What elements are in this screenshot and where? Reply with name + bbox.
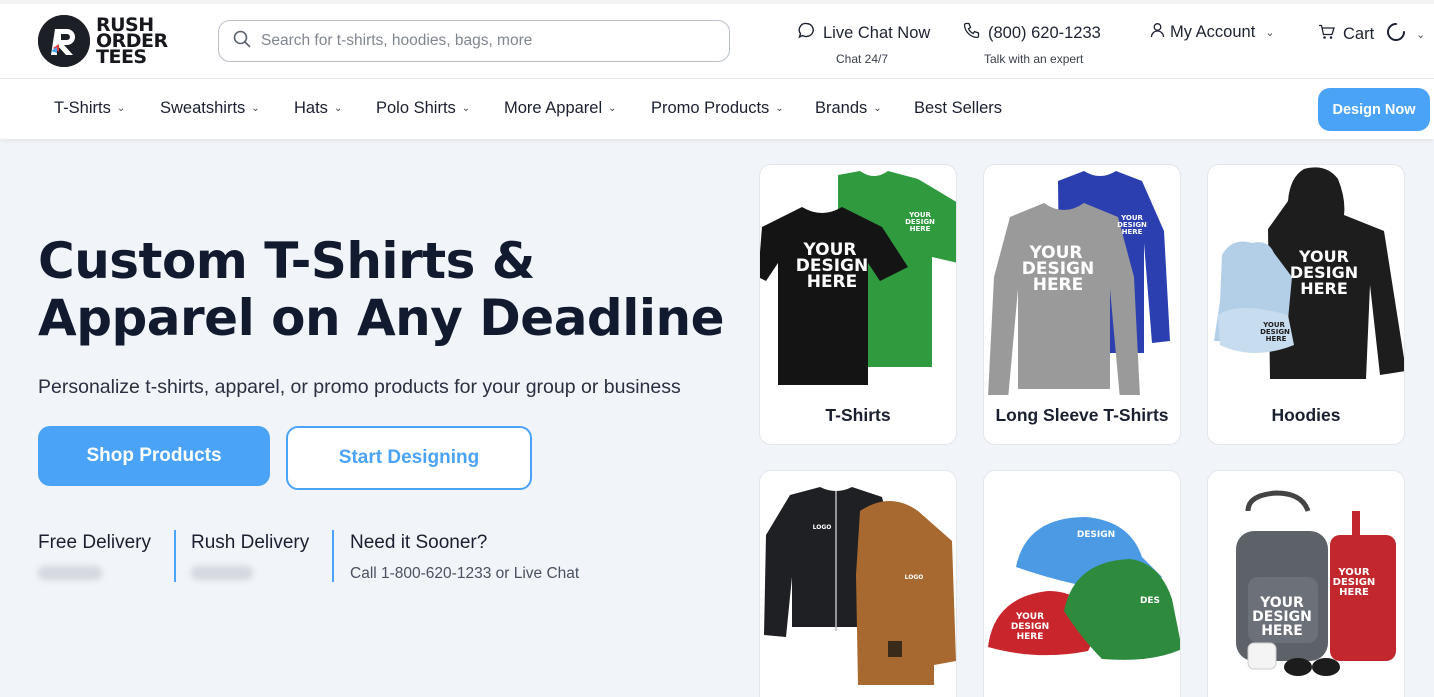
svg-text:DES: DES <box>1140 596 1160 606</box>
t-shirt-image: YOUR DESIGN HERE YOUR DESIGN HERE <box>760 171 956 385</box>
nav-item-sweatshirts[interactable]: Sweatshirts ⌄ <box>160 99 260 118</box>
chevron-down-icon: ⌄ <box>775 103 784 114</box>
shop-products-button[interactable]: Shop Products <box>38 426 270 486</box>
svg-text:DESIGN: DESIGN <box>1077 530 1115 540</box>
product-card-t-shirts[interactable]: YOUR DESIGN HERE YOUR DESIGN HERE T-Shir… <box>759 164 957 445</box>
cart-icon <box>1318 24 1336 45</box>
chevron-down-icon: ⌄ <box>1416 29 1426 41</box>
live-chat-sub: Chat 24/7 <box>836 52 889 66</box>
cart-label: Cart <box>1343 25 1375 43</box>
svg-text:YOUR: YOUR <box>1015 612 1044 622</box>
product-card-label: T-Shirts <box>825 405 891 425</box>
chat-bubble-icon <box>798 22 815 44</box>
nav-item-label: Hats <box>294 99 328 117</box>
product-card-hats[interactable]: YOUR DESIGN HERE DESIGN DES <box>983 470 1181 697</box>
product-card-hoodies[interactable]: YOUR DESIGN HERE YOUR DESIGN HERE Hoodie… <box>1207 164 1405 445</box>
hero-subtitle: Personalize t-shirts, apparel, or promo … <box>38 376 681 398</box>
hero-title: Custom T-Shirts & Apparel on Any Deadlin… <box>38 233 738 347</box>
chevron-down-icon: ⌄ <box>873 103 882 114</box>
svg-text:HERE: HERE <box>1300 279 1348 298</box>
need-it-sooner-text: Call 1-800-620-1233 or Live Chat <box>350 565 580 582</box>
divider <box>174 530 176 582</box>
nav-item-brands[interactable]: Brands ⌄ <box>815 99 882 118</box>
product-card-label: Long Sleeve T-Shirts <box>995 405 1169 425</box>
long-sleeve-shirt-image: YOUR DESIGN HERE YOUR DESIGN HERE <box>988 171 1170 395</box>
logo[interactable]: RUSH ORDER TEES <box>38 15 168 67</box>
user-icon <box>1150 22 1165 43</box>
promo-products-image: YOUR DESIGN HERE YOUR DESIGN HERE <box>1236 490 1396 676</box>
svg-text:HERE: HERE <box>1339 587 1369 598</box>
nav-item-label: Polo Shirts <box>376 99 456 117</box>
phone-link[interactable]: (800) 620-1233 <box>963 22 1101 44</box>
chevron-down-icon: ⌄ <box>333 103 343 114</box>
hero-title-line: Custom T-Shirts & <box>38 232 535 290</box>
divider <box>332 530 334 582</box>
svg-text:HERE: HERE <box>1122 228 1143 236</box>
nav-item-label: Brands <box>815 99 868 117</box>
chevron-down-icon: ⌄ <box>116 103 126 114</box>
product-card-jackets[interactable]: LOGO LOGO <box>759 470 957 697</box>
my-account-label: My Account <box>1170 23 1256 41</box>
search-bar[interactable] <box>218 20 730 62</box>
site-header: RUSH ORDER TEES Live Chat Now Chat 24/7 … <box>0 0 1434 79</box>
design-now-button[interactable]: Design Now <box>1318 88 1430 131</box>
nav-item-hats[interactable]: Hats ⌄ <box>294 99 342 118</box>
nav-item-best-sellers[interactable]: Best Sellers <box>914 99 1002 118</box>
hero-title-line: Apparel on Any Deadline <box>38 289 725 347</box>
nav-item-label: More Apparel <box>504 99 603 117</box>
product-card-promo-products[interactable]: YOUR DESIGN HERE YOUR DESIGN HERE <box>1207 470 1405 697</box>
cart-button[interactable]: Cart ⌄ <box>1318 22 1425 47</box>
start-designing-button[interactable]: Start Designing <box>286 426 532 490</box>
svg-text:LOGO: LOGO <box>813 524 832 531</box>
need-it-sooner-title: Need it Sooner? <box>350 532 488 553</box>
svg-text:HERE: HERE <box>910 225 931 233</box>
phone-icon <box>963 22 980 44</box>
hoodie-image: YOUR DESIGN HERE YOUR DESIGN HERE <box>1214 167 1404 379</box>
free-delivery-label: Free Delivery <box>38 532 151 553</box>
hats-image: YOUR DESIGN HERE DESIGN DES <box>988 517 1180 660</box>
svg-text:HERE: HERE <box>1033 275 1084 295</box>
live-chat-label: Live Chat Now <box>823 23 931 42</box>
my-account-menu[interactable]: My Account ⌄ <box>1150 22 1275 43</box>
nav-item-label: T-Shirts <box>54 99 111 117</box>
main-nav: T-Shirts ⌄ Sweatshirts ⌄ Hats ⌄ Polo Shirts… <box>0 79 1434 139</box>
free-delivery-date-blurred <box>38 566 102 580</box>
nav-item-more-apparel[interactable]: More Apparel ⌄ <box>504 99 617 118</box>
loading-spinner-icon <box>1386 22 1406 47</box>
nav-item-promo-products[interactable]: Promo Products ⌄ <box>651 99 784 118</box>
logo-mark-icon <box>38 15 90 67</box>
search-icon <box>233 30 251 53</box>
product-card-long-sleeve-t-shirts[interactable]: YOUR DESIGN HERE YOUR DESIGN HERE Long S… <box>983 164 1181 445</box>
live-chat-link[interactable]: Live Chat Now <box>798 22 930 44</box>
rush-delivery-date-blurred <box>191 566 253 580</box>
jacket-image: LOGO LOGO <box>764 487 956 685</box>
chevron-down-icon: ⌄ <box>461 103 471 114</box>
product-card-label: Hoodies <box>1271 405 1341 425</box>
nav-item-label: Best Sellers <box>914 99 1003 117</box>
phone-sub: Talk with an expert <box>984 52 1084 66</box>
svg-text:HERE: HERE <box>1266 335 1287 343</box>
nav-item-label: Sweatshirts <box>160 99 246 117</box>
svg-text:HERE: HERE <box>807 272 858 292</box>
header-top-strip <box>0 0 1434 4</box>
chevron-down-icon: ⌄ <box>1265 27 1275 39</box>
svg-text:HERE: HERE <box>1261 623 1303 639</box>
nav-item-t-shirts[interactable]: T-Shirts ⌄ <box>54 99 125 118</box>
rush-delivery-label: Rush Delivery <box>191 532 310 553</box>
logo-wordmark: RUSH ORDER TEES <box>96 16 168 67</box>
chevron-down-icon: ⌄ <box>608 103 617 114</box>
nav-item-label: Promo Products <box>651 99 770 117</box>
svg-text:LOGO: LOGO <box>905 574 924 581</box>
search-input[interactable] <box>261 32 701 50</box>
nav-item-polo-shirts[interactable]: Polo Shirts ⌄ <box>376 99 470 118</box>
svg-text:HERE: HERE <box>1017 632 1044 642</box>
chevron-down-icon: ⌄ <box>251 103 260 114</box>
phone-label: (800) 620-1233 <box>988 23 1101 42</box>
svg-text:DESIGN: DESIGN <box>1011 622 1049 632</box>
